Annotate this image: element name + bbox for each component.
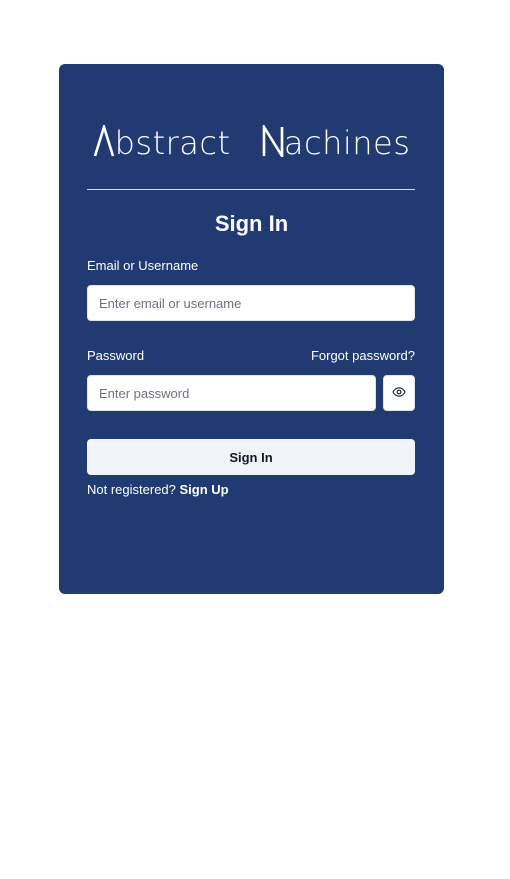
forgot-password-link[interactable]: Forgot password? — [311, 347, 415, 365]
logo-word-abstract-rest: bstract — [114, 124, 231, 162]
logo-a-glyph — [93, 122, 115, 164]
sign-up-link[interactable]: Sign Up — [180, 482, 229, 497]
show-password-button[interactable] — [383, 375, 415, 411]
sign-in-card: bstract achines Sign In Email or Usernam… — [59, 64, 444, 594]
password-label: Password — [87, 348, 145, 363]
form-title: Sign In — [214, 211, 289, 236]
password-input[interactable] — [87, 375, 376, 411]
email-input[interactable] — [87, 285, 415, 321]
sign-in-button[interactable]: Sign In — [87, 439, 415, 475]
signup-prompt: Not registered? — [87, 482, 176, 497]
header-divider — [87, 189, 415, 190]
eye-icon — [392, 384, 406, 402]
signup-row: Not registered? Sign Up — [87, 480, 229, 500]
logo-m-glyph — [262, 122, 284, 164]
brand-logo: bstract achines — [59, 122, 444, 164]
email-label: Email or Username — [87, 258, 199, 273]
logo-word-machines-rest: achines — [283, 124, 411, 162]
